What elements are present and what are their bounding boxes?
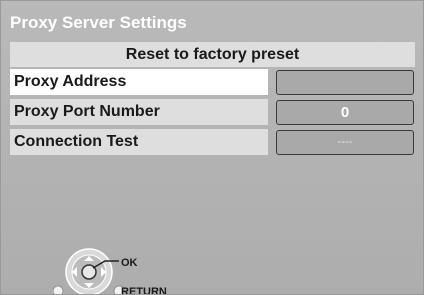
proxy-address-label[interactable]: Proxy Address <box>10 69 268 95</box>
proxy-address-field[interactable] <box>276 70 414 95</box>
connection-test-label[interactable]: Connection Test <box>10 129 268 155</box>
reset-factory-preset-button[interactable]: Reset to factory preset <box>10 42 415 67</box>
return-hint-label: RETURN <box>121 286 167 295</box>
ok-hint-label: OK <box>121 257 138 269</box>
proxy-settings-screen: Proxy Server Settings Reset to factory p… <box>0 0 424 295</box>
page-title: Proxy Server Settings <box>10 13 187 32</box>
proxy-port-number-field[interactable]: 0 <box>276 100 414 125</box>
proxy-port-number-label[interactable]: Proxy Port Number <box>10 99 268 125</box>
connection-test-field[interactable]: ---- <box>276 130 414 155</box>
remote-help-panel: OK RETURN <box>52 247 193 295</box>
